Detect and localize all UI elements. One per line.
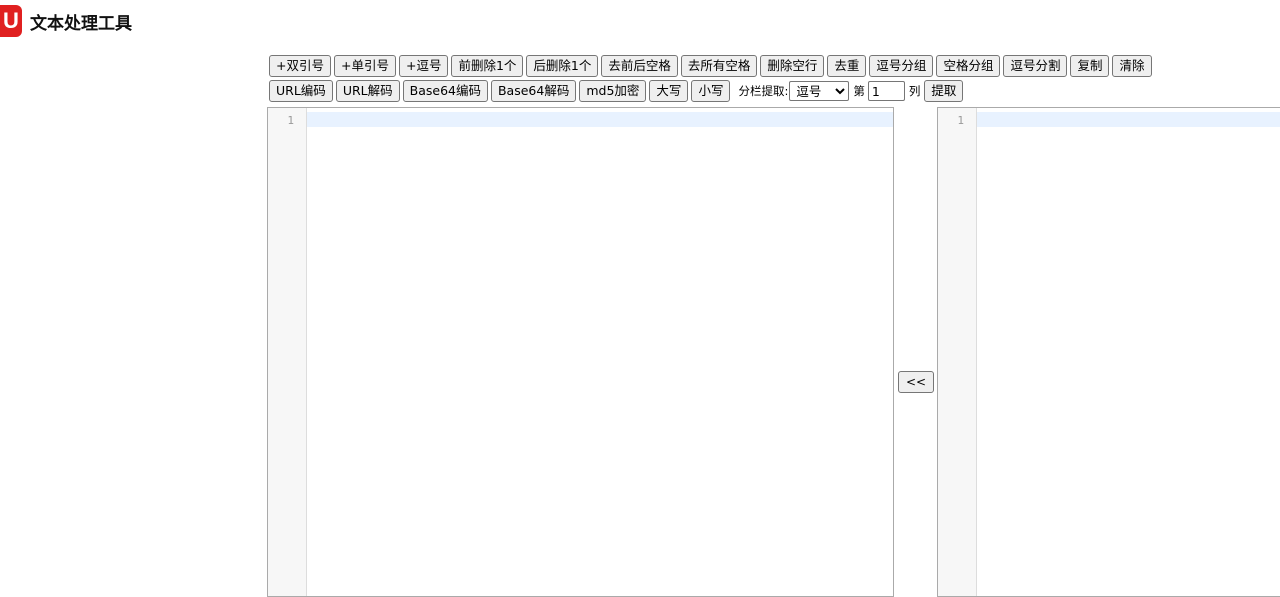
add-double-quote-button[interactable]: +双引号 (269, 55, 331, 77)
column-number-input[interactable] (867, 81, 905, 101)
space-group-button[interactable]: 空格分组 (936, 55, 1001, 77)
app-logo: U 文本处理工具 (0, 5, 132, 37)
active-line-highlight (977, 112, 1280, 127)
line-gutter: 1 (268, 108, 307, 596)
delete-empty-lines-button[interactable]: 删除空行 (760, 55, 825, 77)
base64-decode-button[interactable]: Base64解码 (490, 80, 577, 102)
split-extract-label: 分栏提取: (738, 84, 789, 98)
delimiter-select[interactable]: 逗号 (789, 81, 850, 101)
add-single-quote-button[interactable]: +单引号 (333, 55, 396, 77)
delete-first-char-button[interactable]: 前删除1个 (451, 55, 524, 77)
trim-spaces-button[interactable]: 去前后空格 (601, 55, 678, 77)
add-comma-button[interactable]: +逗号 (398, 55, 449, 77)
copy-button[interactable]: 复制 (1070, 55, 1110, 77)
line-gutter: 1 (938, 108, 977, 596)
lowercase-button[interactable]: 小写 (691, 80, 731, 102)
md5-button[interactable]: md5加密 (579, 80, 647, 102)
extract-button[interactable]: 提取 (924, 80, 964, 102)
remove-all-spaces-button[interactable]: 去所有空格 (680, 55, 758, 77)
uppercase-button[interactable]: 大写 (649, 80, 689, 102)
transfer-left-button[interactable]: << (898, 371, 934, 393)
dedupe-button[interactable]: 去重 (827, 55, 867, 77)
line-number: 1 (957, 114, 964, 127)
comma-group-button[interactable]: 逗号分组 (869, 55, 934, 77)
toolbar-row-2: URL编码 URL解码 Base64编码 Base64解码 md5加密 大写 小… (269, 80, 966, 102)
toolbar-row-1: +双引号 +单引号 +逗号 前删除1个 后删除1个 去前后空格 去所有空格 删除… (269, 55, 1155, 77)
column-suffix-label: 列 (908, 84, 921, 98)
url-encode-button[interactable]: URL编码 (269, 80, 333, 102)
delete-last-char-button[interactable]: 后删除1个 (526, 55, 599, 77)
page-title: 文本处理工具 (30, 13, 132, 34)
url-decode-button[interactable]: URL解码 (335, 80, 400, 102)
logo-icon: U (0, 5, 22, 37)
base64-encode-button[interactable]: Base64编码 (402, 80, 488, 102)
clear-button[interactable]: 清除 (1112, 55, 1152, 77)
column-prefix-label: 第 (853, 84, 865, 98)
active-line-highlight (307, 112, 893, 127)
input-editor[interactable]: 1 (267, 107, 894, 597)
comma-split-button[interactable]: 逗号分割 (1003, 55, 1068, 77)
output-editor[interactable]: 1 (937, 107, 1280, 597)
line-number: 1 (287, 114, 294, 127)
